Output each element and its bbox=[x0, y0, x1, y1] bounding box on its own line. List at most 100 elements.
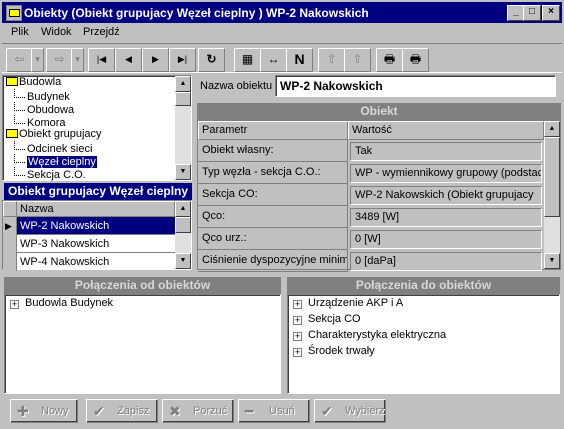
table-row[interactable]: Sekcja CO: WP-2 Nakowskich (Obiekt grupuj… bbox=[198, 184, 544, 206]
app-icon[interactable] bbox=[6, 5, 22, 21]
delete-button[interactable]: ━ Usuń bbox=[238, 399, 310, 423]
menu-widok[interactable]: Widok bbox=[41, 26, 72, 38]
scroll-up-icon[interactable]: ▲ bbox=[544, 121, 560, 137]
scroll-down-icon[interactable]: ▼ bbox=[175, 164, 191, 180]
menu-bar: Plik Widok Przejdź bbox=[2, 23, 562, 42]
list-item[interactable]: WP-4 Nakowskich bbox=[17, 253, 175, 271]
back-arrow-icon[interactable]: ⇦ bbox=[6, 48, 33, 72]
forward-dropdown-icon[interactable]: ▾ bbox=[71, 48, 84, 72]
new-button[interactable]: ✚ Nowy bbox=[10, 399, 78, 423]
row-indicator-header bbox=[3, 201, 17, 217]
param-value-cell[interactable]: Tak bbox=[350, 142, 542, 161]
expand-icon[interactable]: + bbox=[293, 332, 302, 341]
first-record-icon[interactable]: |◀ bbox=[88, 48, 115, 72]
fit-width-icon[interactable]: ↔ bbox=[260, 48, 287, 72]
param-value-cell[interactable]: WP - wymiennikowy grupowy (podstacja) bbox=[350, 164, 542, 183]
list-scrollbar[interactable]: ▲ ▼ bbox=[175, 201, 191, 269]
list-item[interactable]: + Urządzenie AKP i A bbox=[293, 297, 403, 309]
connections-from-list[interactable]: + Budowla Budynek bbox=[4, 294, 281, 394]
object-list[interactable]: Nazwa ▶ WP-2 Nakowskich WP-3 Nakowskich … bbox=[2, 200, 192, 271]
param-value-cell[interactable]: 0 [daPa] bbox=[350, 252, 542, 271]
menu-plik[interactable]: Plik bbox=[11, 26, 29, 38]
list-item[interactable]: + Sekcja CO bbox=[293, 313, 361, 325]
scroll-down-icon[interactable]: ▼ bbox=[544, 253, 560, 269]
tree-item-wezel-cieplny[interactable]: Węzeł cieplny bbox=[14, 154, 97, 168]
object-name-field[interactable]: WP-2 Nakowskich bbox=[275, 75, 556, 97]
folder-icon bbox=[6, 129, 18, 138]
window-title: Obiekty (Obiekt grupujacy Węzeł cieplny … bbox=[24, 6, 369, 20]
table-row[interactable]: Qco: 3489 [W] bbox=[198, 206, 544, 228]
toolbar: ⇦ ▾ ⇨ ▾ |◀ ◀ ▶ ▶| ↻ ▦ ↔ N ⇧ ⇧ 🖶 🖶 bbox=[2, 43, 562, 73]
table-row[interactable]: Qco urz.: 0 [W] bbox=[198, 228, 544, 250]
param-value-cell[interactable]: WP-2 Nakowskich (Obiekt grupujacy bbox=[350, 186, 542, 205]
n-icon[interactable]: N bbox=[286, 48, 313, 72]
menu-przejdz[interactable]: Przejdź bbox=[83, 26, 120, 38]
column-header-parametr[interactable]: Parametr bbox=[198, 121, 348, 140]
param-name-cell: Qco urz.: bbox=[198, 228, 348, 250]
tree-item-budowla[interactable]: Budowla bbox=[6, 76, 61, 89]
scroll-down-icon[interactable]: ▼ bbox=[175, 253, 191, 269]
tree-item-obiekt-grupujacy[interactable]: Obiekt grupujacy bbox=[6, 128, 102, 141]
forward-arrow-icon[interactable]: ⇨ bbox=[46, 48, 73, 72]
expand-icon[interactable]: + bbox=[293, 300, 302, 309]
folder-icon bbox=[6, 77, 18, 86]
tree-item-sekcja-co[interactable]: Sekcja C.O. bbox=[14, 167, 86, 181]
cross-icon: ✖ bbox=[169, 403, 181, 419]
param-name-cell: Obiekt własny: bbox=[198, 140, 348, 162]
param-value-cell[interactable]: 3489 [W] bbox=[350, 208, 542, 227]
param-value-cell[interactable]: 0 [W] bbox=[350, 230, 542, 249]
checkmark-icon: ✔ bbox=[321, 403, 333, 419]
parameter-grid[interactable]: Parametr Wartość Obiekt własny: Tak Typ wę… bbox=[197, 120, 561, 272]
tree-item-komora[interactable]: Komora bbox=[14, 115, 66, 129]
expand-icon[interactable]: + bbox=[293, 348, 302, 357]
scroll-thumb[interactable] bbox=[175, 217, 191, 233]
param-name-cell: Ciśnienie dyspozycyjne minimalne: bbox=[198, 250, 348, 272]
minus-icon: ━ bbox=[245, 403, 254, 419]
close-button[interactable]: × bbox=[542, 5, 560, 21]
print-preview-icon[interactable]: 🖶 bbox=[376, 48, 403, 72]
tree-item-odcinek-sieci[interactable]: Odcinek sieci bbox=[14, 141, 92, 155]
parameter-scrollbar[interactable]: ▲ ▼ bbox=[544, 121, 560, 269]
object-type-tree[interactable]: Budowla Budynek Obudowa Komora Obiekt gr… bbox=[2, 75, 192, 181]
tree-item-obudowa[interactable]: Obudowa bbox=[14, 102, 74, 116]
last-record-icon[interactable]: ▶| bbox=[169, 48, 196, 72]
next-record-icon[interactable]: ▶ bbox=[142, 48, 169, 72]
param-name-cell: Qco: bbox=[198, 206, 348, 228]
expand-icon[interactable]: + bbox=[10, 300, 19, 309]
save-button[interactable]: ✔ Zapisz bbox=[86, 399, 158, 423]
list-item[interactable]: + Charakterystyka elektryczna bbox=[293, 329, 446, 341]
scroll-thumb[interactable] bbox=[544, 137, 560, 217]
column-header-wartosc[interactable]: Wartość bbox=[348, 121, 544, 140]
back-dropdown-icon[interactable]: ▾ bbox=[31, 48, 44, 72]
list-item[interactable]: WP-3 Nakowskich bbox=[17, 235, 175, 253]
list-item[interactable]: + Budowla Budynek bbox=[10, 297, 113, 309]
scroll-up-icon[interactable]: ▲ bbox=[175, 76, 191, 92]
connections-to-list[interactable]: + Urządzenie AKP i A + Sekcja CO + Charakte… bbox=[287, 294, 560, 394]
pin-icon[interactable]: ⇧ bbox=[318, 48, 345, 72]
current-row-icon: ▶ bbox=[3, 217, 17, 235]
grid-icon[interactable]: ▦ bbox=[234, 48, 261, 72]
list-item[interactable]: + Środek trwały bbox=[293, 345, 375, 357]
tree-branch-icon bbox=[14, 102, 25, 111]
checkmark-icon: ✔ bbox=[93, 403, 105, 419]
object-name-label: Nazwa obiektu bbox=[200, 80, 273, 92]
maximize-button[interactable]: □ bbox=[523, 5, 541, 21]
tree-branch-icon bbox=[14, 154, 25, 163]
table-row[interactable]: Typ węzła - sekcja C.O.: WP - wymiennikow… bbox=[198, 162, 544, 184]
pin-up-icon[interactable]: ⇧ bbox=[344, 48, 371, 72]
table-row[interactable]: Ciśnienie dyspozycyjne minimalne:0 [daPa… bbox=[198, 250, 544, 272]
table-row[interactable]: Obiekt własny: Tak bbox=[198, 140, 544, 162]
prev-record-icon[interactable]: ◀ bbox=[115, 48, 142, 72]
tree-scrollbar[interactable]: ▲ ▼ bbox=[175, 76, 191, 180]
scroll-thumb[interactable] bbox=[175, 92, 191, 106]
column-header-nazwa[interactable]: Nazwa bbox=[3, 201, 175, 217]
expand-icon[interactable]: + bbox=[293, 316, 302, 325]
select-button[interactable]: ✔ Wybierz bbox=[314, 399, 386, 423]
tree-item-budynek[interactable]: Budynek bbox=[14, 89, 70, 103]
title-bar[interactable]: Obiekty (Obiekt grupujacy Węzeł cieplny … bbox=[2, 2, 562, 23]
print-icon[interactable]: 🖶 bbox=[402, 48, 429, 72]
discard-button[interactable]: ✖ Porzuć bbox=[162, 399, 234, 423]
refresh-icon[interactable]: ↻ bbox=[198, 48, 225, 72]
list-item[interactable]: WP-2 Nakowskich bbox=[17, 217, 175, 235]
scroll-up-icon[interactable]: ▲ bbox=[175, 201, 191, 217]
